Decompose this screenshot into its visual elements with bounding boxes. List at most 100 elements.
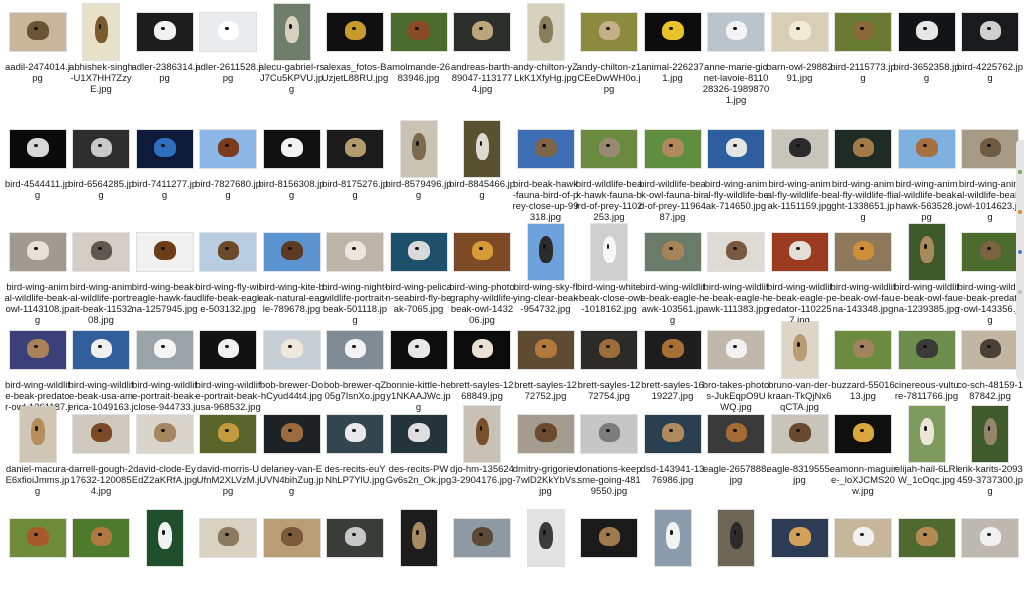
file-item[interactable] [895, 506, 958, 610]
file-item[interactable]: erik-karits-2093459-3737300.jpg [956, 402, 1024, 506]
file-item[interactable]: andreas-barth-89047-1131774.jpg [451, 0, 514, 104]
file-item[interactable]: alexas_fotos-BUzjetL88RU.jpg [322, 0, 388, 104]
side-scroll-handle[interactable] [1016, 140, 1024, 380]
file-item[interactable]: bird-wing-animal-fly-wildlife-flight-133… [831, 117, 895, 223]
file-item[interactable]: bird-4544411.jpg [5, 117, 70, 221]
file-item[interactable] [768, 506, 831, 610]
file-item[interactable]: andy-chilton-z1CEeDwWH0o.jpg [577, 0, 641, 104]
file-item[interactable]: abhishek-singh-U1X7HH7ZzyE.jpg [69, 0, 133, 104]
file-item[interactable]: donations-keepsme-going-4819550.jpg [577, 402, 641, 506]
file-item[interactable] [705, 506, 768, 610]
file-item[interactable]: bird-wing-wildlife-beak-eagle-predator-1… [767, 220, 832, 326]
file-item[interactable]: bird-wing-animal-wildlife-beak-owl-11431… [5, 220, 71, 326]
file-item[interactable]: bird-8845466.jpg [449, 117, 515, 221]
thumbnail-image [654, 510, 691, 566]
file-item[interactable] [70, 506, 133, 610]
file-item[interactable] [324, 506, 387, 610]
file-item[interactable]: daniel-macura-E6xfioiJmms.jpg [6, 402, 69, 506]
file-item[interactable]: bird-7411277.jpg [132, 117, 197, 221]
file-item[interactable]: alecu-gabriel-rsJ7Cu5KPVU.jpg [259, 0, 324, 104]
file-item[interactable]: adler-2386314.jpg [131, 0, 198, 104]
file-item[interactable]: bird-wing-wildlife-beak-owl-fauna-123938… [893, 220, 960, 324]
file-name-label: bird-8156308.jpg [258, 179, 325, 201]
file-name-label: erik-karits-2093459-3737300.jpg [956, 464, 1024, 497]
file-item[interactable] [832, 506, 895, 610]
file-item[interactable] [451, 506, 514, 610]
file-item[interactable]: delaney-van-EUVN4bihZug.jpg [259, 402, 324, 506]
file-item[interactable]: anne-marie-gionet-lavoie-811028326-19898… [703, 0, 769, 106]
file-item[interactable]: bird-7827680.jpg [195, 117, 261, 221]
file-item[interactable]: bird-wing-animal-fly-wildlife-beak-11511… [767, 117, 832, 221]
file-item[interactable]: animal-2262371.jpg [641, 0, 704, 104]
file-item[interactable]: bird-6564285.jpg [68, 117, 134, 221]
file-item[interactable]: eamonn-maguire-_loXJCMS20w.jpg [830, 402, 896, 506]
file-item[interactable]: bird-wing-wildlife-beak-owl-fauna-143348… [830, 220, 896, 324]
file-item[interactable]: darrell-gough-217632-1200854.jpg [69, 402, 133, 506]
file-name-label: bird-wing-kite-beak-natural-eagle-789678… [258, 282, 325, 315]
file-item[interactable]: elijah-hail-6LRIW_1cOqc.jpg [895, 402, 958, 506]
file-item[interactable]: aadil-2474014.jpg [5, 0, 70, 104]
file-name-label: bird-wing-wildlife-beak-owl-fauna-143348… [830, 282, 896, 315]
file-item[interactable]: bird-wildlife-beak-hawk-fauna-bird-of-pr… [576, 117, 642, 223]
file-item[interactable]: david-clode-EyEdZ2aKRfA.jpg [132, 402, 197, 506]
file-item[interactable]: bird-wing-pelican-seabird-fly-beak-7065.… [385, 220, 452, 324]
file-item[interactable]: bird-wing-white-beak-close-owl-1018162.j… [576, 220, 642, 324]
file-item[interactable]: eagle-2657888.jpg [702, 402, 770, 506]
file-name-label: brett-sayles-1272752.jpg [514, 380, 577, 402]
thumbnail-image [835, 519, 891, 557]
file-item[interactable] [6, 506, 69, 610]
file-name-label: eagle-2657888.jpg [702, 464, 770, 486]
file-item[interactable]: eagle-8319555.jpg [766, 402, 833, 506]
file-item[interactable]: andy-chilton-yZLkK1XfyHg.jpg [513, 0, 578, 104]
file-item[interactable]: bird-wing-fly-wildlife-beak-eagle-503132… [195, 220, 261, 324]
file-item[interactable]: bird-wing-animal-wildlife-beak-owl-10146… [957, 117, 1023, 223]
file-item[interactable] [514, 506, 577, 610]
file-item[interactable]: bird-8175276.jpg [322, 117, 388, 221]
file-item[interactable]: bird-wing-animal-wildlife-beak-hawk-5635… [894, 117, 960, 223]
file-item[interactable]: bird-beak-hawk-fauna-bird-of-prey-close-… [513, 117, 579, 223]
file-item[interactable]: bird-wing-night-wildlife-portrait-beak-5… [322, 220, 388, 326]
file-item[interactable]: bird-wing-kite-beak-natural-eagle-789678… [258, 220, 325, 324]
file-item[interactable]: bird-8579496.jpg [385, 117, 452, 221]
file-item[interactable]: bird-wing-animal-wildlife-portrait-beak-… [70, 220, 133, 326]
file-item[interactable]: des-recits-euYNhLP7YlU.jpg [324, 402, 387, 506]
file-item[interactable] [387, 506, 450, 610]
file-item[interactable]: des-recits-PWGv6s2n_Ok.jpg [386, 402, 451, 506]
file-item[interactable]: bird-8156308.jpg [258, 117, 325, 221]
thumbnail-image [581, 415, 637, 453]
file-item[interactable]: bird-wing-beak-eagle-hawk-fauna-1257945.… [131, 220, 198, 324]
file-item[interactable] [959, 506, 1022, 610]
file-item[interactable]: djo-hm-1356243-2904176.jpg [450, 402, 514, 506]
file-name-label: bird-wing-wildlife-beak-eagle-hawk-11138… [703, 282, 769, 315]
file-item[interactable]: bird-wing-wildlife-beak-predator-owl-143… [957, 220, 1023, 326]
file-item[interactable] [578, 506, 641, 610]
file-item[interactable]: bird-wing-wildlife-beak-eagle-hawk-11138… [703, 220, 769, 324]
file-item[interactable]: adler-2611528.jpg [195, 0, 261, 104]
thumbnail-image [644, 13, 701, 51]
thumbnail-image [771, 130, 828, 168]
file-item[interactable]: david-morris-UUfnM2XLVzM.jpg [197, 402, 260, 506]
file-item[interactable] [260, 506, 323, 610]
file-item[interactable] [197, 506, 260, 610]
file-item[interactable]: bird-wildlife-beak-owl-fauna-bird-of-pre… [639, 117, 706, 223]
file-item[interactable]: bird-4225762.jpg [957, 0, 1023, 104]
file-item[interactable]: dmitry-grigoriev-7wlD2KkYbVs.jpg [513, 402, 579, 506]
thumbnail-image [644, 233, 701, 271]
file-item[interactable] [133, 506, 196, 610]
thumbnail-image [581, 130, 637, 168]
file-item[interactable]: dsd-143941-1376986.jpg [641, 402, 704, 506]
thumbnail-image [708, 233, 764, 271]
file-item[interactable] [641, 506, 704, 610]
file-item[interactable]: bird-2115773.jpg [830, 0, 896, 104]
file-item[interactable]: bird-3652358.jpg [893, 0, 960, 104]
file-item[interactable]: amolmande-2683946.jpg [387, 0, 450, 104]
file-item[interactable]: bird-wing-sky-flying-clear-beak-954732.j… [513, 220, 578, 324]
file-name-label: bird-wing-animal-fly-wildlife-flight-133… [831, 179, 895, 223]
file-item[interactable]: bird-wing-wildlife-beak-eagle-hawk-10356… [640, 220, 705, 326]
file-name-label: bird-wing-wildlife-beak-owl-fauna-123938… [893, 282, 960, 315]
thumbnail-image [390, 415, 447, 453]
file-item[interactable]: barn-owl-2988291.jpg [766, 0, 833, 104]
file-item[interactable]: bird-wing-animal-fly-wildlife-beak-71465… [703, 117, 769, 221]
file-item[interactable]: bird-wing-photography-wildlife-beak-owl-… [449, 220, 515, 326]
file-name-label: delaney-van-EUVN4bihZug.jpg [259, 464, 324, 497]
